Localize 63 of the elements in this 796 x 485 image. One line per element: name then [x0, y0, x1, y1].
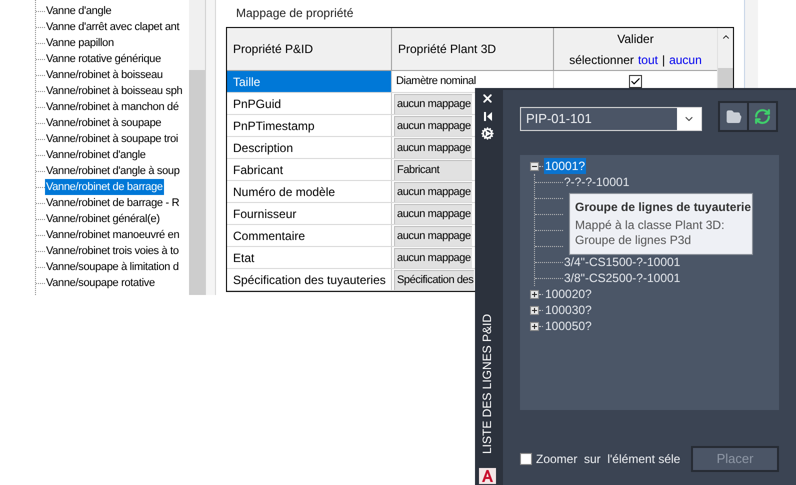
tree-item[interactable]: Vanne/robinet d'angle à soup [45, 163, 181, 179]
tree-item[interactable]: Vanne/soupape à limitation d [45, 259, 180, 275]
tree-item[interactable]: Vanne d'angle [45, 3, 112, 19]
checkbox[interactable] [520, 453, 532, 465]
tooltip-text: Groupe de lignes P3d [575, 233, 692, 248]
tree-item[interactable]: 100020? [544, 286, 593, 302]
tree-item[interactable]: Vanne/robinet à boisseau [45, 67, 164, 83]
refresh-button[interactable] [749, 103, 776, 130]
select-none-link[interactable]: aucun [669, 50, 702, 68]
collapse-icon[interactable] [530, 162, 539, 170]
tree-item[interactable]: Vanne/robinet trois voies à to [45, 243, 180, 259]
open-button[interactable] [720, 103, 747, 130]
column-header[interactable]: Propriété P&ID [227, 28, 392, 70]
dropdown-field[interactable]: Fabricant [394, 160, 472, 180]
tree-item[interactable]: Vanne rotative générique [45, 51, 162, 67]
drawing-dropdown[interactable]: PIP-01-101 [520, 107, 702, 131]
tree-item[interactable]: Vanne/robinet manoeuvré en [45, 227, 180, 243]
dropdown-field[interactable]: aucun mappage [394, 94, 472, 114]
tooltip-text: Mappé à la classe Plant 3D: [575, 218, 726, 233]
refresh-icon [754, 108, 771, 125]
expand-icon[interactable] [530, 322, 539, 330]
tree-item[interactable]: Vanne/robinet à manchon dé [45, 99, 180, 115]
tree-item[interactable]: Vanne/robinet d'angle [45, 147, 147, 163]
tree-item[interactable]: Vanne d'arrêt avec clapet ant [45, 19, 180, 35]
logo-icon [479, 468, 496, 484]
tree-item[interactable]: Vanne/robinet général(e) [45, 211, 161, 227]
tree-item[interactable]: 100030? [544, 302, 593, 318]
tree-item[interactable]: Vanne/robinet de barrage - R [45, 195, 180, 211]
dropdown-field[interactable]: aucun mappage [394, 138, 472, 158]
select-all-link[interactable]: tout [638, 50, 658, 68]
dropdown-field[interactable]: aucun mappage [394, 182, 472, 202]
palette-title: LISTE DES LIGNES P&ID [480, 313, 494, 454]
dropdown-field[interactable]: Spécification des [394, 270, 474, 290]
scrollbar[interactable] [189, 0, 205, 295]
separator: | [662, 52, 666, 68]
dropdown-field[interactable]: aucun mappage [394, 116, 472, 136]
settings-icon[interactable] [481, 127, 494, 140]
checkbox-label: Zoomer sur l'élément séle [536, 451, 680, 468]
column-header[interactable]: Propriété Plant 3D [392, 28, 554, 70]
tree-item[interactable]: Vanne/robinet à boisseau sph [45, 83, 184, 99]
checkbox[interactable] [629, 75, 642, 88]
column-header[interactable]: Valider [617, 30, 654, 48]
tree-item[interactable]: Vanne/soupape rotative [45, 275, 156, 291]
tree-item[interactable]: 3/4"-CS1500-?-10001 [564, 254, 680, 270]
expand-icon[interactable] [530, 290, 539, 298]
tree-item[interactable]: Vanne/robinet à soupape troi [45, 131, 180, 147]
tree-item[interactable]: Vanne/robinet de barrage [45, 179, 164, 195]
dropdown-field[interactable]: aucun mappage [394, 204, 472, 224]
table-cell[interactable]: Taille [227, 71, 392, 92]
tree-item[interactable]: 100050? [544, 318, 593, 334]
close-icon[interactable] [481, 92, 494, 105]
folder-icon [726, 108, 742, 124]
tree-item[interactable]: 3/8"-CS2500-?-10001 [564, 270, 680, 286]
dropdown-field[interactable]: aucun mappage [394, 226, 472, 246]
tree-item[interactable]: Vanne papillon [45, 35, 115, 51]
tree-item[interactable]: 10001? [544, 158, 586, 174]
tree-item[interactable]: Vanne/robinet à soupape [45, 115, 162, 131]
dropdown-field[interactable]: aucun mappage [394, 248, 472, 268]
header-label: sélectionner [569, 52, 634, 68]
expand-icon[interactable] [530, 306, 539, 314]
table-cell[interactable]: Diamètre nominal [394, 72, 477, 92]
tree-item[interactable]: ?-?-?-10001 [564, 174, 630, 190]
section-title: Mappage de propriété [236, 5, 354, 21]
